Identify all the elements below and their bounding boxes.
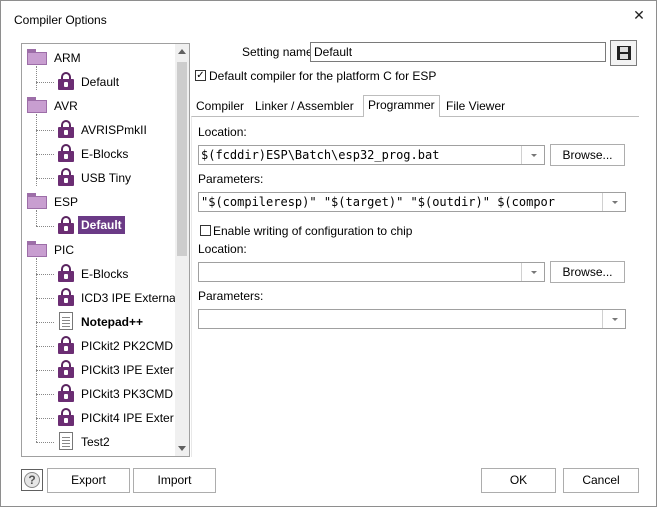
setting-name-input[interactable]: Default	[310, 42, 606, 62]
tree-item-pickit3-ipe[interactable]: PICkit3 IPE Exter	[81, 363, 174, 377]
enable-config-checkbox[interactable]	[200, 225, 211, 236]
tree-item-pickit2[interactable]: PICkit2 PK2CMD I	[81, 339, 180, 353]
scroll-down-icon[interactable]	[178, 446, 186, 451]
scroll-up-icon[interactable]	[178, 49, 186, 54]
tab-linker-assembler[interactable]: Linker / Assembler	[255, 97, 354, 118]
tree-item-avrispmkii[interactable]: AVRISPmkII	[81, 123, 147, 137]
parameters-value: "$(compileresp)" "$(target)" "$(outdir)"…	[201, 195, 556, 209]
close-icon[interactable]: ✕	[630, 6, 648, 24]
tree-item-icd3-ipe[interactable]: ICD3 IPE Externa	[81, 291, 176, 305]
document-icon	[59, 432, 73, 450]
compiler-tree[interactable]: ARM Default AVR AVRISPmkII E-Blocks USB …	[21, 43, 190, 457]
tree-item-pickit4-ipe[interactable]: PICkit4 IPE Exter	[81, 411, 174, 425]
tree-item-usb-tiny[interactable]: USB Tiny	[81, 171, 131, 185]
tree-group-esp[interactable]: ESP	[54, 195, 78, 209]
tree-item-avr-eblocks[interactable]: E-Blocks	[81, 147, 128, 161]
lock-icon	[58, 120, 74, 138]
enable-config-label: Enable writing of configuration to chip	[213, 224, 413, 238]
folder-icon	[27, 97, 47, 113]
tree-group-arm[interactable]: ARM	[54, 51, 81, 65]
parameters-combo[interactable]: "$(compileresp)" "$(target)" "$(outdir)"…	[198, 192, 626, 212]
lock-icon	[58, 216, 74, 234]
tab-file-viewer[interactable]: File Viewer	[446, 97, 505, 118]
tree-connector	[36, 346, 54, 347]
setting-name-label: Setting name:	[242, 45, 317, 59]
tree-scrollbar[interactable]	[175, 44, 189, 456]
scrollbar-thumb[interactable]	[177, 62, 187, 256]
browse-button[interactable]: Browse...	[550, 144, 625, 166]
help-button[interactable]: ?	[21, 469, 43, 491]
folder-icon	[27, 49, 47, 65]
tree-connector	[36, 210, 37, 226]
window-title: Compiler Options	[14, 13, 107, 27]
tree-connector	[36, 178, 54, 179]
export-button[interactable]: Export	[47, 468, 130, 493]
tree-connector	[36, 298, 54, 299]
tab-programmer[interactable]: Programmer	[363, 95, 440, 117]
lock-icon	[58, 144, 74, 162]
location-combo[interactable]: $(fcddir)ESP\Batch\esp32_prog.bat	[198, 145, 545, 165]
tree-connector	[36, 226, 54, 227]
tree-item-pic-eblocks[interactable]: E-Blocks	[81, 267, 128, 281]
chevron-down-icon[interactable]	[521, 146, 544, 164]
tree-connector	[36, 322, 54, 323]
import-button[interactable]: Import	[133, 468, 216, 493]
tree-connector	[36, 370, 54, 371]
folder-icon	[27, 193, 47, 209]
lock-icon	[58, 72, 74, 90]
lock-icon	[58, 168, 74, 186]
location-value: $(fcddir)ESP\Batch\esp32_prog.bat	[201, 148, 440, 162]
save-button[interactable]	[610, 40, 637, 66]
tree-item-test2[interactable]: Test2	[81, 435, 110, 449]
lock-icon	[58, 360, 74, 378]
config-location-combo[interactable]	[198, 262, 545, 282]
save-disk-icon	[617, 46, 631, 60]
chevron-down-icon[interactable]	[521, 263, 544, 281]
ok-button[interactable]: OK	[481, 468, 556, 493]
tree-connector	[36, 442, 54, 443]
folder-icon	[27, 241, 47, 257]
config-parameters-combo[interactable]	[198, 309, 626, 329]
tree-connector	[36, 394, 54, 395]
programmer-panel	[191, 116, 639, 457]
tree-item-notepadpp[interactable]: Notepad++	[81, 315, 143, 329]
location-label: Location:	[198, 125, 247, 139]
tree-connector	[36, 82, 54, 83]
tree-group-pic[interactable]: PIC	[54, 243, 74, 257]
lock-icon	[58, 264, 74, 282]
tree-connector	[36, 114, 37, 186]
chevron-down-icon[interactable]	[602, 193, 625, 211]
tree-connector	[36, 66, 37, 90]
tree-item-arm-default[interactable]: Default	[81, 75, 119, 89]
lock-icon	[58, 408, 74, 426]
compiler-options-dialog: Compiler Options ✕ ARM Default AVR AVRIS…	[0, 0, 657, 507]
tree-group-avr[interactable]: AVR	[54, 99, 78, 113]
tree-connector	[36, 130, 54, 131]
config-parameters-label: Parameters:	[198, 289, 264, 303]
lock-icon	[58, 288, 74, 306]
tab-compiler[interactable]: Compiler	[196, 97, 244, 118]
tree-connector	[36, 154, 54, 155]
lock-icon	[58, 384, 74, 402]
tree-connector	[36, 274, 54, 275]
default-compiler-label: Default compiler for the platform C for …	[209, 69, 437, 83]
document-icon	[59, 312, 73, 330]
chevron-down-icon[interactable]	[602, 310, 625, 328]
question-icon: ?	[24, 472, 40, 488]
cancel-button[interactable]: Cancel	[563, 468, 639, 493]
tree-item-pickit3-pk3cmd[interactable]: PICkit3 PK3CMD I	[81, 387, 180, 401]
tree-connector	[36, 418, 54, 419]
default-compiler-checkbox[interactable]: ✓	[195, 70, 206, 81]
lock-icon	[58, 336, 74, 354]
config-location-label: Location:	[198, 242, 247, 256]
config-browse-button[interactable]: Browse...	[550, 261, 625, 283]
tree-connector	[36, 258, 37, 442]
tree-item-esp-default[interactable]: Default	[78, 216, 125, 234]
parameters-label: Parameters:	[198, 172, 264, 186]
